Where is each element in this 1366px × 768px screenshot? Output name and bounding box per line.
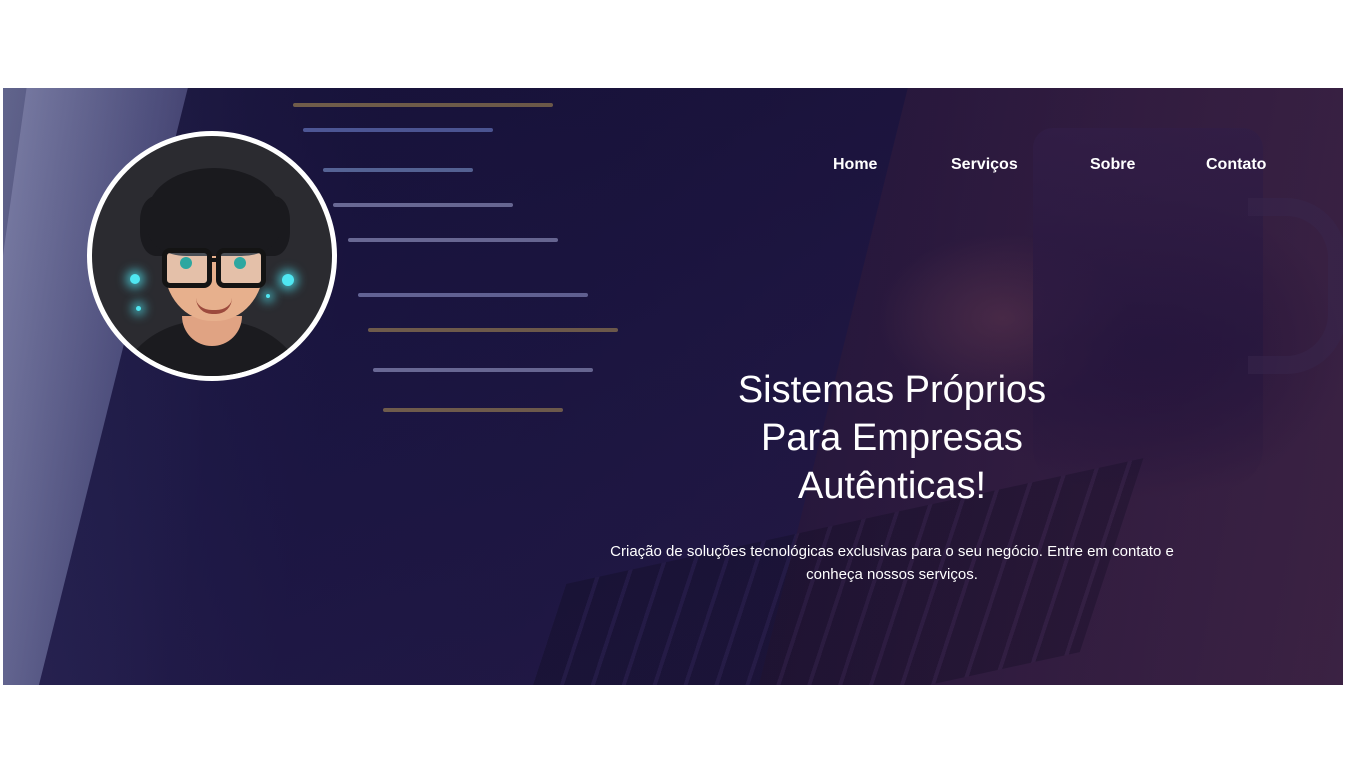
glasses-bridge (207, 258, 221, 262)
main-nav: Home Serviços Sobre Contato (0, 156, 1366, 176)
avatar-eye (180, 257, 192, 269)
headline-line-1: Sistemas Próprios (737, 369, 1047, 411)
glow-dot-decoration (282, 274, 294, 286)
nav-link-home[interactable]: Home (833, 156, 877, 174)
nav-link-sobre[interactable]: Sobre (1090, 156, 1135, 174)
avatar-hair (148, 168, 280, 256)
glow-dot-decoration (136, 306, 141, 311)
nav-link-servicos[interactable]: Serviços (951, 156, 1018, 174)
glow-dot-decoration (266, 294, 270, 298)
headline-line-2: Para Empresas (761, 417, 1023, 459)
avatar-eye (234, 257, 246, 269)
glow-dot-decoration (130, 274, 140, 284)
hero-subtext: Criação de soluções tecnológicas exclusi… (610, 543, 1174, 583)
headline-line-3: Autênticas! (798, 465, 986, 507)
nav-link-contato[interactable]: Contato (1206, 156, 1266, 174)
hero-headline: Sistemas Próprios Para Empresas Autêntic… (632, 366, 1152, 510)
